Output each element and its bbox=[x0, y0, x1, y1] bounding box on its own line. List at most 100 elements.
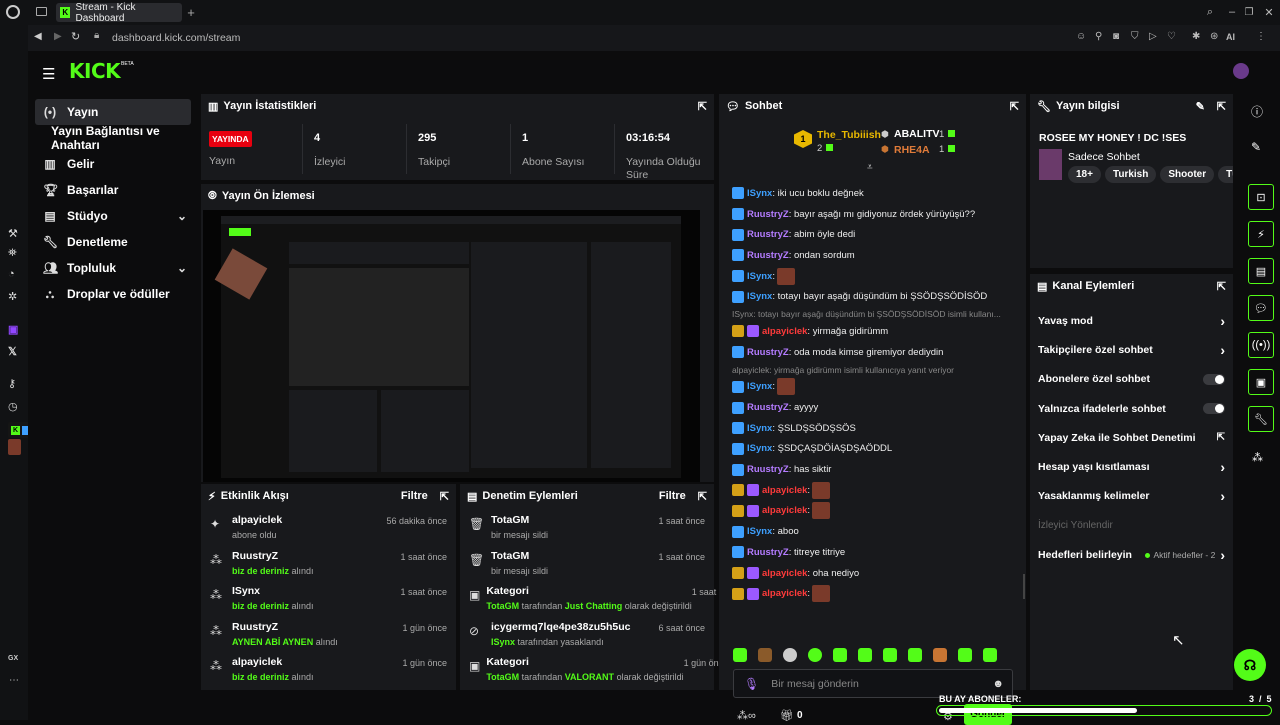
user-avatar[interactable] bbox=[1233, 63, 1249, 79]
chat-message[interactable]: RuustryZ: oda moda kimse giremiyor dediy… bbox=[719, 342, 1019, 363]
activity-row[interactable]: ⁂ RuustryZ biz de deriniz alındı 1 saat önc… bbox=[201, 550, 456, 586]
chat-reply-context[interactable]: ISynx: totayı bayır aşağı düşündüm bi ŞS… bbox=[719, 307, 1019, 321]
broadcast-tool-icon[interactable]: ((•)) bbox=[1248, 332, 1274, 358]
chat-message[interactable]: ISynx: bbox=[719, 266, 1019, 287]
activity-row[interactable]: ⁂ alpayiclek biz de deriniz alındı 1 gün ön… bbox=[201, 656, 456, 692]
category-name[interactable]: Sadece Sohbet bbox=[1068, 151, 1140, 163]
gift-box-icon[interactable]: 🎁︎ bbox=[780, 709, 794, 722]
chat-username[interactable]: RuustryZ bbox=[747, 229, 789, 240]
emote-icon[interactable] bbox=[883, 648, 897, 662]
chat-username[interactable]: ISynx bbox=[747, 271, 772, 282]
microphone-icon[interactable]: 🎙︎ bbox=[744, 677, 759, 691]
action-slow-mode[interactable]: Yavaş mod › bbox=[1030, 306, 1233, 335]
emote-icon[interactable] bbox=[808, 648, 822, 662]
preview-video[interactable] bbox=[203, 210, 700, 482]
play-ext-icon[interactable]: ▷ bbox=[1149, 31, 1157, 42]
twitch-icon[interactable]: ▣ bbox=[8, 323, 18, 336]
moderation-row[interactable]: ⊘ icygermq7lqe4pe38zu5h5uc ISynx tarafında… bbox=[460, 621, 714, 657]
filter-button[interactable]: Filtre bbox=[659, 490, 686, 502]
chat-message[interactable]: RuustryZ: ondan sordum bbox=[719, 245, 1019, 266]
popout-icon[interactable]: ⇱ bbox=[1010, 100, 1019, 113]
gx-settings-icon[interactable]: ✲ bbox=[8, 290, 17, 303]
chat-message[interactable]: alpayiclek: oha nediyo bbox=[719, 563, 1019, 584]
chat-username[interactable]: alpayiclek bbox=[762, 326, 807, 337]
tag[interactable]: Türk bbox=[1218, 166, 1233, 183]
chat-username[interactable]: RuustryZ bbox=[747, 464, 789, 475]
emote-icon[interactable] bbox=[783, 648, 797, 662]
tab-overview-icon[interactable] bbox=[36, 7, 47, 16]
chat-message[interactable]: alpayiclek: bbox=[719, 501, 1019, 522]
openai-ext-icon[interactable]: ⊛ bbox=[1210, 31, 1218, 42]
emote-icon[interactable] bbox=[733, 648, 747, 662]
notes-tool-icon[interactable]: ▤ bbox=[1248, 258, 1274, 284]
popout-icon[interactable]: ⇱ bbox=[1217, 100, 1226, 113]
moderation-row[interactable]: ▣ Kategori TotaGM tarafından VALORANT olar… bbox=[460, 656, 728, 692]
url-field[interactable]: dashboard.kick.com/stream bbox=[112, 32, 240, 44]
chat-message[interactable]: ISynx: totayı bayır aşağı düşündüm bi ŞS… bbox=[719, 286, 1019, 307]
moderation-row[interactable]: 🗑︎ TotaGM bir mesajı sildi 1 saat önce bbox=[460, 550, 714, 586]
new-tab-icon[interactable]: + bbox=[185, 5, 197, 20]
chat-message[interactable]: ISynx: bbox=[719, 377, 1019, 398]
chat-username[interactable]: ISynx bbox=[747, 291, 772, 302]
activity-row[interactable]: ⁂ RuustryZ AYNEN ABİ AYNEN alındı 1 gün önc… bbox=[201, 621, 456, 657]
extensions-icon[interactable]: ✱ bbox=[1192, 31, 1200, 42]
community-tool-icon[interactable]: ⁂ bbox=[1252, 451, 1263, 464]
chat-message[interactable]: RuustryZ: titreye titriye bbox=[719, 542, 1019, 563]
popout-icon[interactable]: ⇱ bbox=[440, 490, 449, 503]
gx-tool-icon[interactable]: ⚷ bbox=[8, 377, 16, 390]
action-ai-moderation[interactable]: Yapay Zeka ile Sohbet Denetimi ⇱ bbox=[1030, 423, 1233, 452]
sidebar-item-studyo[interactable]: ▤ Stüdyo ⌄ bbox=[35, 203, 191, 229]
action-banned-words[interactable]: Yasaklanmış kelimeler › bbox=[1030, 482, 1233, 511]
emote-icon[interactable] bbox=[983, 648, 997, 662]
camera-ext-icon[interactable]: ◙ bbox=[1113, 31, 1119, 42]
subs-only-toggle[interactable] bbox=[1203, 373, 1225, 385]
minimize-icon[interactable]: – bbox=[1226, 6, 1238, 18]
chat-username[interactable]: RuustryZ bbox=[747, 209, 789, 220]
chat-username[interactable]: RuustryZ bbox=[747, 547, 789, 558]
filter-button[interactable]: Filtre bbox=[401, 490, 428, 502]
chat-message[interactable]: RuustryZ: ayyyy bbox=[719, 397, 1019, 418]
back-icon[interactable]: ◀ bbox=[34, 31, 42, 42]
camera-tool-icon[interactable]: ⊡ bbox=[1248, 184, 1274, 210]
emoji-ext-icon[interactable]: ☺ bbox=[1076, 31, 1086, 42]
chat-username[interactable]: RuustryZ bbox=[747, 347, 789, 358]
top-gifter-3[interactable]: RHE4A bbox=[894, 144, 930, 156]
info-icon[interactable]: ⓘ bbox=[1251, 103, 1263, 120]
chat-reply-context[interactable]: alpayiclek: yirmağa gidirümm isimli kull… bbox=[719, 363, 1019, 377]
browser-tab[interactable]: K Stream - Kick Dashboard bbox=[56, 2, 182, 24]
emoji-picker-icon[interactable]: ☻ bbox=[992, 678, 1004, 690]
tag[interactable]: Turkish bbox=[1104, 166, 1157, 183]
chat-username[interactable]: ISynx bbox=[747, 381, 772, 392]
sidebar-item-gelir[interactable]: ▥ Gelir bbox=[35, 151, 191, 177]
emote-icon[interactable] bbox=[908, 648, 922, 662]
chat-username[interactable]: alpayiclek bbox=[762, 568, 807, 579]
popout-icon[interactable]: ⇱ bbox=[1217, 280, 1226, 293]
activity-row[interactable]: ⁂ ISynx biz de deriniz alındı 1 saat önce bbox=[201, 585, 456, 621]
chat-scrollbar[interactable] bbox=[1023, 574, 1025, 599]
action-emotes-only[interactable]: Yalnızca ifadelerle sohbet bbox=[1030, 394, 1233, 423]
chat-message[interactable]: ISynx: iki ucu boklu değnek bbox=[719, 183, 1019, 204]
emote-icon[interactable] bbox=[933, 648, 947, 662]
forward-icon[interactable]: ▶ bbox=[54, 31, 62, 42]
action-subs-only[interactable]: Abonelere özel sohbet bbox=[1030, 365, 1233, 394]
chat-message[interactable]: ISynx: ŞSDÇAŞDÖİAŞDŞAÖDDL bbox=[719, 439, 1019, 460]
ai-ext-label[interactable]: AI bbox=[1226, 32, 1235, 42]
chat-message[interactable]: ISynx: ŞSLDŞSÖDŞSÖS bbox=[719, 418, 1019, 439]
chat-username[interactable]: RuustryZ bbox=[747, 402, 789, 413]
menu-dots-icon[interactable]: ⋮ bbox=[1256, 31, 1266, 42]
tag[interactable]: Shooter bbox=[1160, 166, 1215, 183]
stats-tool-icon[interactable]: ▣ bbox=[1248, 369, 1274, 395]
pin-ext-icon[interactable]: ⚲ bbox=[1095, 31, 1102, 42]
pencil-icon[interactable]: ✎ bbox=[1251, 140, 1261, 154]
heart-ext-icon[interactable]: ♡ bbox=[1167, 31, 1176, 42]
emote-icon[interactable] bbox=[833, 648, 847, 662]
chat-username[interactable]: alpayiclek bbox=[762, 588, 807, 599]
moderation-row[interactable]: ▣ Kategori TotaGM tarafından Just Chatting… bbox=[460, 585, 738, 621]
chat-username[interactable]: RuustryZ bbox=[747, 250, 789, 261]
gift-sub-icon[interactable]: ⁂∞ bbox=[737, 709, 756, 722]
sidebar-item-denetleme[interactable]: 🔧︎ Denetleme bbox=[35, 229, 191, 255]
gx-corner-icon[interactable]: ⚒ bbox=[8, 227, 18, 240]
reload-icon[interactable]: ↻ bbox=[71, 30, 80, 43]
restore-icon[interactable]: ❐ bbox=[1243, 6, 1255, 18]
sidebar-item-droplar[interactable]: ⛬ Droplar ve ödüller bbox=[35, 281, 191, 307]
